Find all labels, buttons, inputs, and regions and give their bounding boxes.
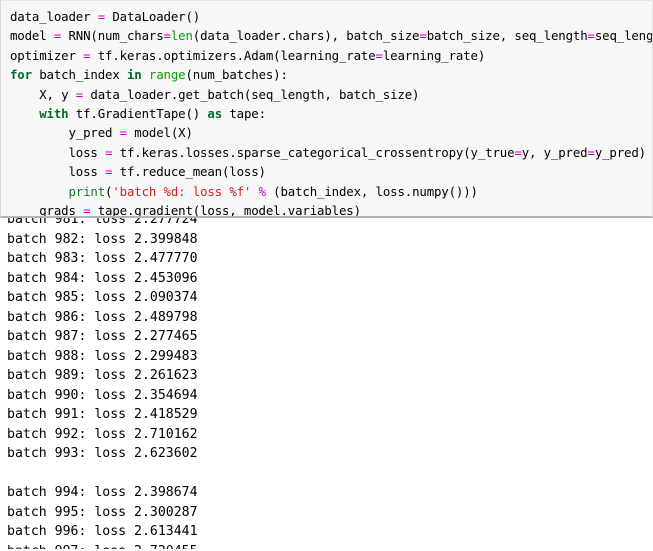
code-token-op: =	[419, 28, 427, 44]
code-token-op: =	[97, 9, 106, 24]
output-line: batch 991: loss 2.418529	[7, 407, 198, 422]
code-token-plain: batch_index	[31, 67, 127, 83]
code-token-kw: as	[207, 106, 223, 122]
output-line: batch 987: loss 2.277465	[7, 329, 198, 344]
output-line: batch 981: loss 2.277724	[7, 218, 198, 227]
code-token-kw: with	[39, 106, 69, 122]
code-token-plain: (num_batches):	[185, 67, 288, 83]
code-line: model = RNN(num_chars=len(data_loader.ch…	[10, 26, 652, 45]
code-token-op: =	[75, 86, 84, 102]
code-line: loss = tf.reduce_mean(loss)	[10, 162, 652, 181]
code-lines-container: data_loader = DataLoader() model = RNN(nu…	[10, 7, 652, 218]
code-token-plain: loss	[10, 164, 106, 180]
code-token-op: =	[163, 28, 171, 44]
code-token-plain: loss	[10, 144, 106, 160]
code-token-plain: tf.keras.losses.sparse_categorical_cross…	[112, 144, 515, 160]
code-token-plain: y, y_pred	[521, 144, 588, 160]
code-line: data_loader = DataLoader()	[10, 7, 652, 26]
output-line: batch 983: loss 2.477770	[7, 251, 198, 266]
code-token-plain: tape.gradient(loss, model.variables)	[90, 203, 361, 218]
code-line: with tf.GradientTape() as tape:	[10, 104, 652, 123]
code-token-plain: seq_length)	[594, 28, 653, 44]
output-line: batch 982: loss 2.399848	[7, 231, 198, 247]
code-token-str: 'batch %d: loss %f'	[112, 183, 252, 199]
code-token-plain: tf.keras.optimizers.Adam(learning_rate	[90, 47, 376, 63]
code-token-plain: grads	[10, 203, 84, 218]
code-block[interactable]: data_loader = DataLoader() model = RNN(nu…	[0, 0, 653, 218]
code-token-plain: model	[10, 28, 54, 44]
code-token-plain: optimizer	[10, 47, 84, 63]
code-token-op: =	[375, 47, 383, 63]
output-line: batch 985: loss 2.090374	[7, 290, 198, 305]
code-token-plain: (data_loader.chars), batch_size	[192, 28, 420, 44]
output-blank-line	[7, 464, 653, 484]
code-token-plain: tape:	[222, 106, 266, 122]
output-line: batch 989: loss 2.261623	[7, 368, 198, 383]
output-line: batch 995: loss 2.300287	[7, 504, 198, 520]
output-line: batch 996: loss 2.613441	[7, 524, 198, 539]
code-token-plain: y_pred	[10, 125, 120, 141]
output-console[interactable]: batch 981: loss 2.277724 batch 982: loss …	[0, 218, 653, 549]
code-token-plain: tf.reduce_mean(loss)	[112, 164, 266, 180]
code-token-built: len	[170, 28, 193, 44]
output-line: batch 997: loss 2.720455	[7, 542, 653, 550]
code-token-plain: y_pred)	[594, 144, 646, 160]
code-line: loss = tf.keras.losses.sparse_categorica…	[10, 143, 652, 162]
code-token-built: range	[148, 67, 186, 83]
code-token-plain: (batch_index, loss.numpy()))	[265, 183, 478, 199]
code-token-plain: learning_rate)	[382, 47, 486, 63]
code-token-op: %	[258, 183, 266, 199]
code-token-op: =	[587, 144, 595, 160]
code-token-op: =	[514, 144, 522, 160]
code-token-plain: DataLoader()	[105, 9, 201, 24]
code-token-plain: tf.GradientTape()	[68, 106, 208, 122]
code-line: grads = tape.gradient(loss, model.variab…	[10, 201, 652, 218]
output-line: batch 988: loss 2.299483	[7, 348, 198, 364]
output-line: batch 993: loss 2.623602	[7, 446, 198, 461]
output-lines-container: batch 981: loss 2.277724 batch 982: loss …	[7, 218, 653, 549]
code-token-kw: in	[126, 67, 142, 83]
code-token-plain: RNN(num_chars	[61, 28, 164, 44]
code-token-plain: data_loader	[10, 9, 98, 24]
output-line: batch 990: loss 2.354694	[7, 387, 198, 403]
code-token-plain: X, y	[10, 86, 76, 102]
code-token-fn: print	[68, 183, 106, 199]
code-token-op: =	[587, 28, 595, 44]
code-line: for batch_index in range(num_batches):	[10, 65, 652, 84]
code-line: y_pred = model(X)	[10, 123, 652, 142]
code-token-plain: data_loader.get_batch(seq_length, batch_…	[83, 86, 420, 102]
code-token-plain: batch_size, seq_length	[426, 28, 588, 44]
code-line: optimizer = tf.keras.optimizers.Adam(lea…	[10, 46, 652, 65]
code-token-op: =	[119, 125, 127, 141]
code-token-plain: model(X)	[126, 125, 193, 141]
output-line: batch 984: loss 2.453096	[7, 270, 198, 286]
code-line: print('batch %d: loss %f' % (batch_index…	[10, 182, 652, 201]
code-token-kw: for	[10, 67, 32, 83]
output-line: batch 986: loss 2.489798	[7, 309, 198, 325]
output-line: batch 992: loss 2.710162	[7, 426, 198, 442]
code-line: X, y = data_loader.get_batch(seq_length,…	[10, 85, 652, 104]
output-line: batch 994: loss 2.398674	[7, 485, 198, 500]
